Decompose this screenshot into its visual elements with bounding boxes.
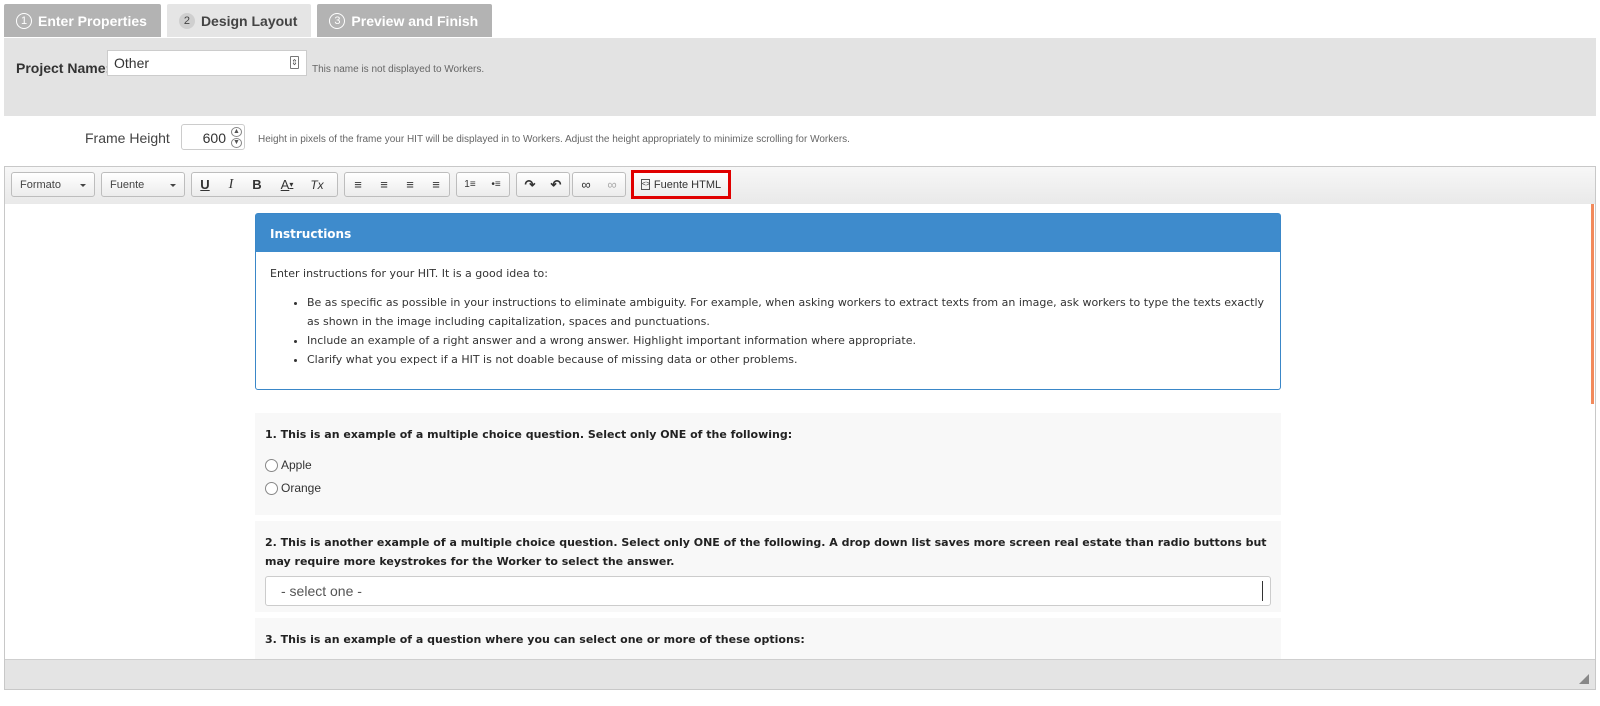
question-2: 2. This is another example of a multiple…: [255, 521, 1281, 612]
chevron-down-icon: [1262, 581, 1268, 601]
bold-button[interactable]: B: [244, 173, 270, 196]
html-source-button[interactable]: <> Fuente HTML: [631, 170, 731, 199]
link-button[interactable]: ∞: [573, 173, 599, 196]
numbered-list-button[interactable]: 1≡: [457, 173, 483, 196]
source-code-icon: <>: [640, 179, 651, 190]
step-number: 1: [16, 12, 32, 29]
justify-button[interactable]: ≡: [423, 173, 449, 196]
frame-height-stepper[interactable]: 600 ▲ ▼: [181, 124, 245, 150]
radio-button[interactable]: [265, 458, 278, 472]
increment-icon[interactable]: ▲: [231, 127, 242, 137]
chevron-down-icon: [80, 184, 86, 187]
list-item: Clarify what you expect if a HIT is not …: [307, 350, 1266, 369]
list-item: Include an example of a right answer and…: [307, 331, 1266, 350]
editor-toolbar: Formato Fuente U I B A ▾ Tx ≡ ≡ ≡ ≡ 1≡ •≡…: [5, 167, 1595, 205]
rich-text-editor: Formato Fuente U I B A ▾ Tx ≡ ≡ ≡ ≡ 1≡ •≡…: [4, 166, 1596, 690]
question-title: 2. This is another example of a multiple…: [265, 536, 1267, 568]
radio-option-orange[interactable]: Orange: [265, 481, 1271, 495]
align-right-button[interactable]: ≡: [397, 173, 423, 196]
text-style-group: U I B A ▾ Tx: [191, 172, 338, 197]
underline-button[interactable]: U: [192, 173, 218, 196]
link-group: ∞ ∞: [572, 172, 626, 197]
scrollbar-thumb[interactable]: [1591, 204, 1594, 404]
redo-button[interactable]: ↷: [517, 173, 543, 196]
bulleted-list-button[interactable]: •≡: [483, 173, 509, 196]
decrement-icon[interactable]: ▼: [231, 138, 242, 148]
step-number: 2: [178, 12, 195, 29]
instructions-body: Enter instructions for your HIT. It is a…: [256, 252, 1280, 389]
list-item: Be as specific as possible in your instr…: [307, 293, 1266, 331]
frame-height-value[interactable]: 600: [203, 130, 226, 146]
frame-height-section: Frame Height 600 ▲ ▼ Height in pixels of…: [7, 116, 1593, 162]
wizard-tabs: 1 Enter Properties 2 Design Layout 3 Pre…: [4, 4, 493, 38]
editor-content-area[interactable]: Instructions Enter instructions for your…: [5, 204, 1595, 661]
question-title: 1. This is an example of a multiple choi…: [265, 428, 793, 441]
project-name-input[interactable]: [107, 50, 307, 76]
alignment-group: ≡ ≡ ≡ ≡: [344, 172, 450, 197]
instructions-panel: Instructions Enter instructions for your…: [255, 213, 1281, 390]
radio-label: Apple: [281, 458, 312, 472]
italic-button[interactable]: I: [218, 173, 244, 196]
tab-label: Preview and Finish: [351, 12, 479, 29]
align-left-button[interactable]: ≡: [345, 173, 371, 196]
undo-button[interactable]: ↶: [543, 173, 569, 196]
editor-status-bar: [5, 659, 1595, 689]
resize-handle-icon[interactable]: [1579, 674, 1589, 684]
tab-label: Enter Properties: [38, 12, 147, 29]
format-dropdown[interactable]: Formato: [11, 172, 95, 197]
dropdown-value: - select one -: [281, 583, 362, 599]
question-3: 3. This is an example of a question wher…: [255, 618, 1281, 661]
instructions-intro: Enter instructions for your HIT. It is a…: [270, 267, 548, 280]
radio-option-apple[interactable]: Apple: [265, 458, 1271, 472]
align-center-button[interactable]: ≡: [371, 173, 397, 196]
question-1: 1. This is an example of a multiple choi…: [255, 413, 1281, 515]
tab-label: Design Layout: [200, 12, 298, 29]
tab-preview-and-finish[interactable]: 3 Preview and Finish: [317, 4, 493, 37]
tab-design-layout[interactable]: 2 Design Layout: [166, 4, 312, 37]
unlink-button[interactable]: ∞: [599, 173, 625, 196]
radio-label: Orange: [281, 481, 322, 495]
answer-dropdown[interactable]: - select one -: [265, 576, 1271, 606]
format-dropdown-label: Formato: [20, 179, 61, 191]
field-info-icon[interactable]: ⇕: [290, 56, 299, 69]
question-title: 3. This is an example of a question wher…: [265, 633, 805, 646]
project-name-hint: This name is not displayed to Workers.: [312, 64, 485, 75]
text-color-icon: A: [280, 177, 290, 192]
list-group: 1≡ •≡: [456, 172, 510, 197]
history-group: ↷ ↶: [516, 172, 570, 197]
text-color-button[interactable]: A ▾: [270, 173, 304, 196]
project-name-label: Project Name:: [16, 60, 111, 76]
instructions-heading: Instructions: [256, 214, 1280, 252]
frame-height-label: Frame Height: [85, 130, 170, 146]
remove-format-button[interactable]: Tx: [304, 173, 330, 196]
chevron-down-icon: [170, 184, 176, 187]
radio-button[interactable]: [265, 481, 278, 495]
step-number: 3: [329, 12, 346, 29]
tab-enter-properties[interactable]: 1 Enter Properties: [4, 4, 161, 37]
instructions-list: Be as specific as possible in your instr…: [270, 293, 1266, 369]
font-dropdown[interactable]: Fuente: [101, 172, 185, 197]
project-name-section: Project Name: ⇕ This name is not display…: [4, 38, 1596, 116]
html-source-label: Fuente HTML: [653, 178, 722, 191]
font-dropdown-label: Fuente: [110, 179, 145, 191]
frame-height-hint: Height in pixels of the frame your HIT w…: [258, 134, 850, 145]
